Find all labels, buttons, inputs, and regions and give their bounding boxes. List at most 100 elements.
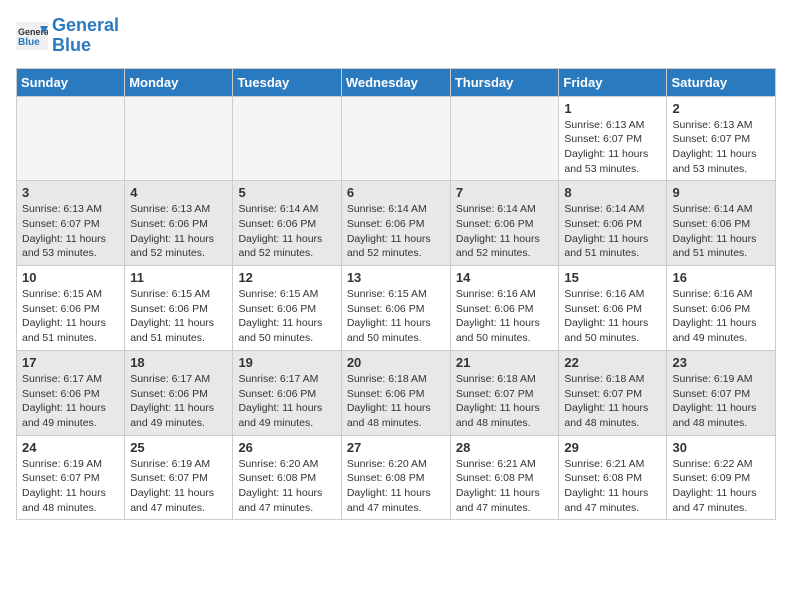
day-info: Sunrise: 6:18 AMSunset: 6:06 PMDaylight:… <box>347 372 445 431</box>
day-info: Sunrise: 6:19 AMSunset: 6:07 PMDaylight:… <box>672 372 770 431</box>
calendar-week-3: 10 Sunrise: 6:15 AMSunset: 6:06 PMDayligh… <box>17 266 776 351</box>
day-header-sunday: Sunday <box>17 68 125 96</box>
calendar-cell <box>125 96 233 181</box>
calendar-cell: 30 Sunrise: 6:22 AMSunset: 6:09 PMDayligh… <box>667 435 776 520</box>
calendar-cell: 20 Sunrise: 6:18 AMSunset: 6:06 PMDayligh… <box>341 350 450 435</box>
day-number: 21 <box>456 355 554 370</box>
day-number: 10 <box>22 270 119 285</box>
calendar-cell <box>341 96 450 181</box>
day-number: 24 <box>22 440 119 455</box>
day-number: 8 <box>564 185 661 200</box>
calendar-cell: 29 Sunrise: 6:21 AMSunset: 6:08 PMDayligh… <box>559 435 667 520</box>
day-info: Sunrise: 6:15 AMSunset: 6:06 PMDaylight:… <box>238 287 335 346</box>
day-number: 25 <box>130 440 227 455</box>
calendar-week-5: 24 Sunrise: 6:19 AMSunset: 6:07 PMDayligh… <box>17 435 776 520</box>
day-info: Sunrise: 6:21 AMSunset: 6:08 PMDaylight:… <box>564 457 661 516</box>
calendar-cell: 24 Sunrise: 6:19 AMSunset: 6:07 PMDayligh… <box>17 435 125 520</box>
day-number: 11 <box>130 270 227 285</box>
day-number: 23 <box>672 355 770 370</box>
day-info: Sunrise: 6:14 AMSunset: 6:06 PMDaylight:… <box>347 202 445 261</box>
day-number: 14 <box>456 270 554 285</box>
day-info: Sunrise: 6:21 AMSunset: 6:08 PMDaylight:… <box>456 457 554 516</box>
day-info: Sunrise: 6:17 AMSunset: 6:06 PMDaylight:… <box>22 372 119 431</box>
day-info: Sunrise: 6:18 AMSunset: 6:07 PMDaylight:… <box>564 372 661 431</box>
day-number: 16 <box>672 270 770 285</box>
day-number: 28 <box>456 440 554 455</box>
calendar-cell: 5 Sunrise: 6:14 AMSunset: 6:06 PMDaylight… <box>233 181 341 266</box>
calendar-cell: 10 Sunrise: 6:15 AMSunset: 6:06 PMDayligh… <box>17 266 125 351</box>
logo: General Blue GeneralBlue <box>16 16 119 56</box>
calendar-cell <box>233 96 341 181</box>
day-number: 17 <box>22 355 119 370</box>
day-info: Sunrise: 6:14 AMSunset: 6:06 PMDaylight:… <box>238 202 335 261</box>
calendar-cell: 14 Sunrise: 6:16 AMSunset: 6:06 PMDayligh… <box>450 266 559 351</box>
day-header-thursday: Thursday <box>450 68 559 96</box>
calendar-cell: 16 Sunrise: 6:16 AMSunset: 6:06 PMDayligh… <box>667 266 776 351</box>
calendar-cell <box>17 96 125 181</box>
day-number: 20 <box>347 355 445 370</box>
day-info: Sunrise: 6:15 AMSunset: 6:06 PMDaylight:… <box>22 287 119 346</box>
day-info: Sunrise: 6:14 AMSunset: 6:06 PMDaylight:… <box>672 202 770 261</box>
calendar-cell: 11 Sunrise: 6:15 AMSunset: 6:06 PMDayligh… <box>125 266 233 351</box>
day-info: Sunrise: 6:14 AMSunset: 6:06 PMDaylight:… <box>564 202 661 261</box>
calendar-cell: 23 Sunrise: 6:19 AMSunset: 6:07 PMDayligh… <box>667 350 776 435</box>
day-info: Sunrise: 6:13 AMSunset: 6:07 PMDaylight:… <box>564 118 661 177</box>
day-number: 4 <box>130 185 227 200</box>
day-info: Sunrise: 6:14 AMSunset: 6:06 PMDaylight:… <box>456 202 554 261</box>
logo-text: GeneralBlue <box>52 16 119 56</box>
day-header-tuesday: Tuesday <box>233 68 341 96</box>
calendar-cell <box>450 96 559 181</box>
day-info: Sunrise: 6:22 AMSunset: 6:09 PMDaylight:… <box>672 457 770 516</box>
calendar-week-4: 17 Sunrise: 6:17 AMSunset: 6:06 PMDayligh… <box>17 350 776 435</box>
day-info: Sunrise: 6:17 AMSunset: 6:06 PMDaylight:… <box>130 372 227 431</box>
day-info: Sunrise: 6:16 AMSunset: 6:06 PMDaylight:… <box>456 287 554 346</box>
calendar-cell: 17 Sunrise: 6:17 AMSunset: 6:06 PMDayligh… <box>17 350 125 435</box>
calendar-cell: 15Sunrise: 6:16 AMSunset: 6:06 PMDayligh… <box>559 266 667 351</box>
calendar-cell: 28 Sunrise: 6:21 AMSunset: 6:08 PMDayligh… <box>450 435 559 520</box>
day-number: 12 <box>238 270 335 285</box>
calendar-table: SundayMondayTuesdayWednesdayThursdayFrid… <box>16 68 776 521</box>
day-number: 29 <box>564 440 661 455</box>
calendar-header-row: SundayMondayTuesdayWednesdayThursdayFrid… <box>17 68 776 96</box>
day-number: 30 <box>672 440 770 455</box>
day-number: 2 <box>672 101 770 116</box>
calendar-cell: 12 Sunrise: 6:15 AMSunset: 6:06 PMDayligh… <box>233 266 341 351</box>
day-info: Sunrise: 6:15 AMSunset: 6:06 PMDaylight:… <box>130 287 227 346</box>
day-info: Sunrise: 6:17 AMSunset: 6:06 PMDaylight:… <box>238 372 335 431</box>
logo-icon: General Blue <box>16 22 48 50</box>
calendar-cell: 13Sunrise: 6:15 AMSunset: 6:06 PMDayligh… <box>341 266 450 351</box>
page-header: General Blue GeneralBlue <box>16 16 776 56</box>
day-header-wednesday: Wednesday <box>341 68 450 96</box>
day-number: 3 <box>22 185 119 200</box>
day-number: 5 <box>238 185 335 200</box>
day-info: Sunrise: 6:20 AMSunset: 6:08 PMDaylight:… <box>347 457 445 516</box>
calendar-cell: 25Sunrise: 6:19 AMSunset: 6:07 PMDayligh… <box>125 435 233 520</box>
day-number: 15 <box>564 270 661 285</box>
calendar-cell: 22 Sunrise: 6:18 AMSunset: 6:07 PMDayligh… <box>559 350 667 435</box>
day-number: 18 <box>130 355 227 370</box>
calendar-week-1: 1 Sunrise: 6:13 AMSunset: 6:07 PMDaylight… <box>17 96 776 181</box>
day-info: Sunrise: 6:13 AMSunset: 6:07 PMDaylight:… <box>672 118 770 177</box>
calendar-cell: 6Sunrise: 6:14 AMSunset: 6:06 PMDaylight… <box>341 181 450 266</box>
day-number: 22 <box>564 355 661 370</box>
day-number: 7 <box>456 185 554 200</box>
calendar-cell: 7 Sunrise: 6:14 AMSunset: 6:06 PMDaylight… <box>450 181 559 266</box>
calendar-cell: 26Sunrise: 6:20 AMSunset: 6:08 PMDayligh… <box>233 435 341 520</box>
calendar-cell: 21 Sunrise: 6:18 AMSunset: 6:07 PMDayligh… <box>450 350 559 435</box>
day-number: 13 <box>347 270 445 285</box>
day-info: Sunrise: 6:16 AMSunset: 6:06 PMDaylight:… <box>672 287 770 346</box>
calendar-cell: 4 Sunrise: 6:13 AMSunset: 6:06 PMDaylight… <box>125 181 233 266</box>
day-info: Sunrise: 6:19 AMSunset: 6:07 PMDaylight:… <box>22 457 119 516</box>
calendar-cell: 2 Sunrise: 6:13 AMSunset: 6:07 PMDaylight… <box>667 96 776 181</box>
calendar-cell: 8 Sunrise: 6:14 AMSunset: 6:06 PMDaylight… <box>559 181 667 266</box>
day-header-friday: Friday <box>559 68 667 96</box>
day-info: Sunrise: 6:13 AMSunset: 6:06 PMDaylight:… <box>130 202 227 261</box>
day-info: Sunrise: 6:20 AMSunset: 6:08 PMDaylight:… <box>238 457 335 516</box>
calendar-cell: 3 Sunrise: 6:13 AMSunset: 6:07 PMDaylight… <box>17 181 125 266</box>
day-number: 1 <box>564 101 661 116</box>
day-info: Sunrise: 6:18 AMSunset: 6:07 PMDaylight:… <box>456 372 554 431</box>
day-header-saturday: Saturday <box>667 68 776 96</box>
day-info: Sunrise: 6:13 AMSunset: 6:07 PMDaylight:… <box>22 202 119 261</box>
calendar-cell: 27Sunrise: 6:20 AMSunset: 6:08 PMDayligh… <box>341 435 450 520</box>
calendar-cell: 1 Sunrise: 6:13 AMSunset: 6:07 PMDaylight… <box>559 96 667 181</box>
